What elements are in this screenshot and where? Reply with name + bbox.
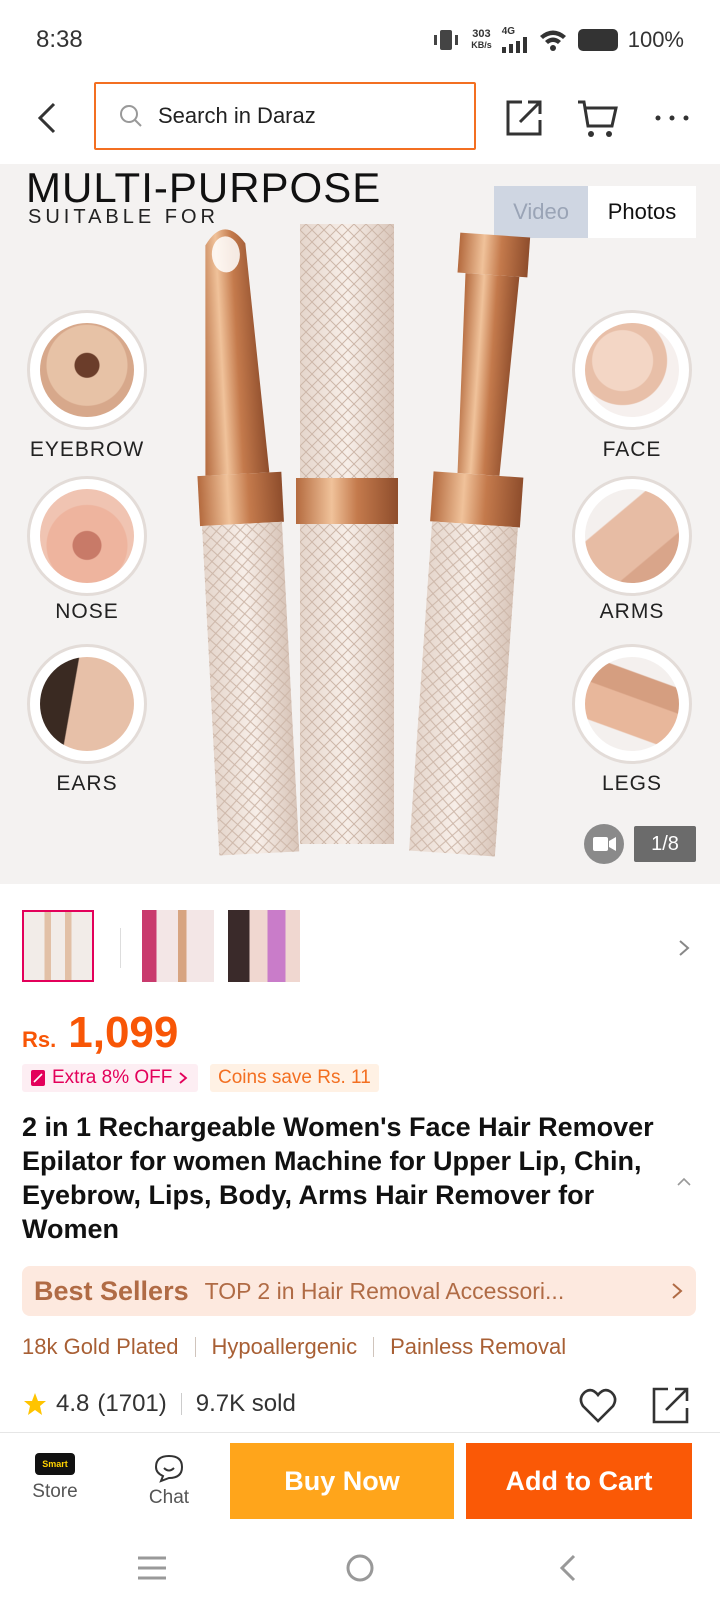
product-title: 2 in 1 Rechargeable Women's Face Hair Re… (22, 1112, 654, 1244)
network-type: 4G (501, 26, 516, 37)
rating-count: (1701) (97, 1390, 167, 1417)
battery-icon (577, 29, 618, 51)
extra-off-text: Extra 8% OFF (52, 1067, 173, 1088)
eyebrow-image (27, 310, 147, 430)
thumbnail-next-icon[interactable] (676, 938, 692, 958)
feature-tag: 18k Gold Plated (22, 1334, 179, 1359)
tab-photos[interactable]: Photos (588, 186, 696, 238)
product-image-gallery[interactable]: MULTI-PURPOSE SUITABLE FOR Video Photos … (0, 164, 720, 884)
menu-icon[interactable] (132, 1548, 172, 1588)
coins-save-badge[interactable]: Coins save Rs. 11 (210, 1064, 379, 1092)
store-button[interactable]: Smart Store (20, 1453, 90, 1503)
video-play-icon[interactable] (584, 824, 624, 864)
home-circle-icon[interactable] (340, 1548, 380, 1588)
label-arms: ARMS (599, 600, 665, 623)
legs-image (572, 644, 692, 764)
voucher-icon (31, 1070, 45, 1086)
best-sellers-banner[interactable]: Best Sellers TOP 2 in Hair Removal Acces… (22, 1266, 696, 1316)
chat-label: Chat (148, 1487, 190, 1508)
top-header: Search in Daraz (0, 80, 720, 164)
network-speed: 303 KB/s (471, 29, 492, 51)
wifi-icon (539, 30, 566, 51)
buy-now-button[interactable]: Buy Now (230, 1443, 454, 1519)
status-time: 8:38 (36, 26, 83, 53)
status-icons: 303 KB/s 4G 100% (431, 27, 684, 53)
status-bar: 8:38 303 KB/s 4G 100% (0, 0, 720, 80)
label-nose: NOSE (55, 600, 119, 623)
cart-icon[interactable] (576, 96, 620, 140)
label-eyebrow: EYEBROW (29, 438, 145, 461)
epilator-devices-image (197, 224, 531, 857)
nose-image (27, 476, 147, 596)
store-label: Store (32, 1481, 78, 1502)
hero-heading: MULTI-PURPOSE (26, 164, 382, 211)
label-face: FACE (602, 438, 662, 461)
back-arrow-icon[interactable] (28, 98, 68, 138)
ears-image (27, 644, 147, 764)
speed-unit: KB/s (471, 40, 492, 50)
feature-divider (194, 1337, 196, 1357)
share-icon[interactable] (650, 1384, 692, 1426)
thumbnail-strip (0, 904, 720, 994)
chat-icon (154, 1454, 184, 1483)
more-options-icon[interactable] (650, 96, 694, 140)
arms-image (572, 476, 692, 596)
search-icon (120, 105, 142, 127)
feature-tag: Painless Removal (390, 1334, 567, 1359)
thumbnail-2[interactable] (142, 910, 214, 982)
back-nav-icon[interactable] (548, 1548, 588, 1588)
rating-divider (180, 1393, 182, 1415)
search-placeholder: Search in Daraz (158, 103, 316, 128)
system-nav-bar (0, 1526, 720, 1608)
extra-off-badge[interactable]: Extra 8% OFF (22, 1064, 199, 1092)
feature-tag: Hypoallergenic (211, 1334, 358, 1359)
add-to-cart-button[interactable]: Add to Cart (466, 1443, 692, 1519)
image-pager: 1/8 (634, 826, 696, 862)
share-icon[interactable] (502, 96, 546, 140)
cell-signal: 4G (501, 26, 528, 53)
search-input[interactable]: Search in Daraz (94, 82, 476, 150)
rating-score: 4.8 (56, 1390, 90, 1417)
battery-level: 100% (627, 27, 684, 52)
vibrate-icon (434, 30, 459, 50)
signal-icon (501, 37, 527, 53)
best-sellers-label: Best Sellers (34, 1275, 189, 1306)
thumbnail-3[interactable] (228, 910, 300, 982)
rating-row[interactable]: 4.8 (1701) 9.7K sold (22, 1390, 296, 1418)
star-icon (24, 1393, 46, 1415)
face-image (572, 310, 692, 430)
feature-divider (373, 1337, 375, 1357)
sold-count: 9.7K sold (195, 1390, 296, 1417)
chevron-right-icon (672, 1283, 683, 1299)
feature-tags: 18k Gold Plated Hypoallergenic Painless … (22, 1334, 566, 1360)
collapse-chevron-icon[interactable] (674, 1172, 694, 1192)
label-legs: LEGS (601, 772, 663, 795)
store-logo: Smart (35, 1453, 75, 1475)
price-currency: Rs. (22, 1027, 57, 1052)
thumbnail-divider (120, 928, 121, 968)
best-sellers-rank: TOP 2 in Hair Removal Accessori... (204, 1277, 565, 1304)
thumbnail-1[interactable] (22, 910, 94, 982)
chat-button[interactable]: Chat (134, 1453, 204, 1509)
wishlist-heart-icon[interactable] (578, 1386, 618, 1426)
chevron-right-icon (179, 1072, 188, 1084)
speed-value: 303 (472, 28, 491, 40)
label-ears: EARS (56, 772, 118, 795)
price: Rs. 1,099 (22, 1008, 178, 1058)
price-amount: 1,099 (68, 1008, 179, 1057)
bottom-action-bar: Smart Store Chat Buy Now Add to Cart (0, 1432, 720, 1526)
